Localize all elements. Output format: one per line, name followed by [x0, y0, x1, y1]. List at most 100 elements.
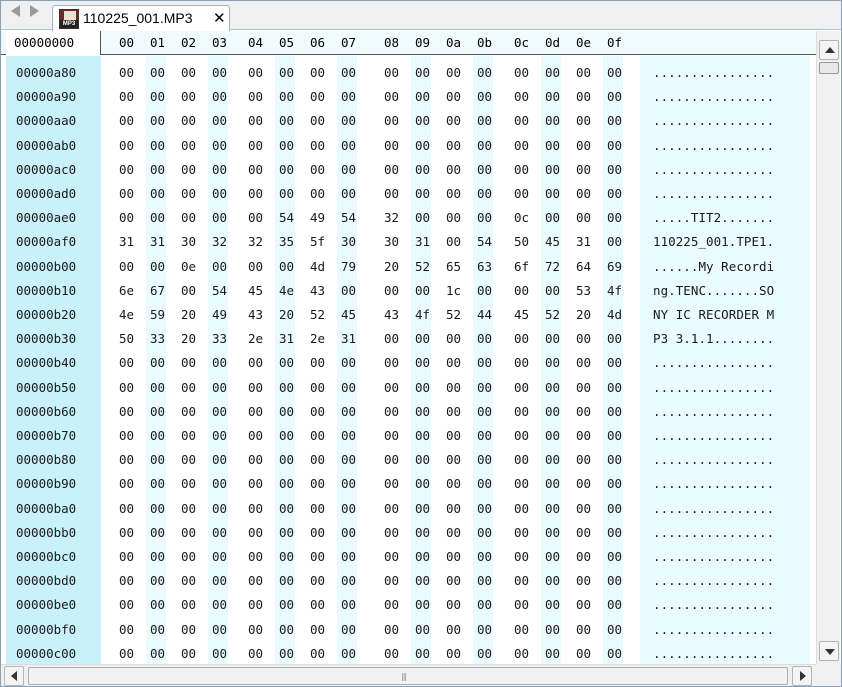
hex-byte[interactable]: 00: [545, 65, 560, 80]
hex-byte[interactable]: 00: [576, 476, 591, 491]
hex-row[interactable]: 00000ae0 00 00 00 00 00 54 49 54 32 00 00 00 0c 00 00 00…: [0, 206, 816, 230]
hex-byte[interactable]: 00: [607, 622, 622, 637]
hex-byte[interactable]: 00: [279, 525, 294, 540]
hex-byte[interactable]: 00: [341, 452, 356, 467]
hex-byte[interactable]: 00: [310, 573, 325, 588]
hex-byte[interactable]: 00: [212, 162, 227, 177]
hex-byte[interactable]: 00: [150, 65, 165, 80]
hex-byte[interactable]: 0e: [181, 259, 196, 274]
hex-byte[interactable]: 00: [181, 476, 196, 491]
hex-byte[interactable]: 00: [310, 476, 325, 491]
hex-byte[interactable]: 00: [248, 186, 263, 201]
hex-byte[interactable]: 00: [514, 501, 529, 516]
hex-byte[interactable]: 00: [181, 186, 196, 201]
hex-row[interactable]: 00000b00 00 00 0e 00 00 00 4d 79 20 52 65 63 6f 72 64 69…: [0, 255, 816, 279]
row-ascii[interactable]: ................: [653, 525, 774, 540]
hex-byte[interactable]: 00: [446, 573, 461, 588]
hex-byte[interactable]: 00: [310, 65, 325, 80]
hex-byte[interactable]: 00: [415, 138, 430, 153]
hex-byte[interactable]: 00: [150, 452, 165, 467]
row-ascii[interactable]: ................: [653, 501, 774, 516]
hex-row[interactable]: 00000bd0 00 00 00 00 00 00 00 00 00 00 00 00 00 00 00 00…: [0, 569, 816, 593]
hex-byte[interactable]: 00: [384, 331, 399, 346]
hex-byte[interactable]: 33: [150, 331, 165, 346]
hex-byte[interactable]: 00: [607, 89, 622, 104]
hex-byte[interactable]: 00: [119, 89, 134, 104]
hex-byte[interactable]: 00: [212, 501, 227, 516]
hex-row[interactable]: 00000b70 00 00 00 00 00 00 00 00 00 00 00 00 00 00 00 00…: [0, 424, 816, 448]
hex-byte[interactable]: 43: [248, 307, 263, 322]
hex-byte[interactable]: 00: [384, 597, 399, 612]
hex-byte[interactable]: 63: [477, 259, 492, 274]
hex-byte[interactable]: 00: [150, 89, 165, 104]
hex-byte[interactable]: 00: [415, 501, 430, 516]
hex-byte[interactable]: 00: [341, 501, 356, 516]
hex-byte[interactable]: 00: [248, 404, 263, 419]
hex-byte[interactable]: 00: [514, 428, 529, 443]
hex-byte[interactable]: 00: [181, 525, 196, 540]
hex-byte[interactable]: 00: [607, 380, 622, 395]
hex-byte[interactable]: 00: [545, 331, 560, 346]
hex-byte[interactable]: 00: [212, 646, 227, 661]
hex-byte[interactable]: 6f: [514, 259, 529, 274]
hex-byte[interactable]: 00: [607, 186, 622, 201]
hex-byte[interactable]: 50: [514, 234, 529, 249]
hex-byte[interactable]: 00: [310, 380, 325, 395]
hex-byte[interactable]: 00: [545, 428, 560, 443]
row-ascii[interactable]: ng.TENC.......SO: [653, 283, 774, 298]
hex-byte[interactable]: 00: [310, 138, 325, 153]
hex-byte[interactable]: 00: [607, 452, 622, 467]
hex-byte[interactable]: 00: [310, 622, 325, 637]
hex-byte[interactable]: 00: [384, 113, 399, 128]
hex-byte[interactable]: 00: [119, 573, 134, 588]
row-ascii[interactable]: NY IC RECORDER M: [653, 307, 774, 322]
hex-byte[interactable]: 00: [212, 380, 227, 395]
hex-byte[interactable]: 00: [181, 573, 196, 588]
hex-byte[interactable]: 00: [576, 380, 591, 395]
horizontal-scroll-thumb[interactable]: |||: [28, 667, 788, 685]
hex-byte[interactable]: 00: [446, 355, 461, 370]
hex-byte[interactable]: 00: [477, 355, 492, 370]
hex-byte[interactable]: 00: [150, 501, 165, 516]
hex-byte[interactable]: 00: [607, 428, 622, 443]
hex-byte[interactable]: 00: [150, 380, 165, 395]
hex-byte[interactable]: 00: [341, 597, 356, 612]
row-ascii[interactable]: .....TIT2.......: [653, 210, 774, 225]
scroll-up-button[interactable]: [819, 40, 839, 60]
hex-byte[interactable]: 00: [477, 476, 492, 491]
hex-byte[interactable]: 65: [446, 259, 461, 274]
hex-byte[interactable]: 00: [181, 501, 196, 516]
hex-byte[interactable]: 00: [279, 162, 294, 177]
hex-byte[interactable]: 00: [384, 138, 399, 153]
hex-byte[interactable]: 4e: [119, 307, 134, 322]
hex-byte[interactable]: 31: [576, 234, 591, 249]
hex-byte[interactable]: 00: [310, 646, 325, 661]
hex-byte[interactable]: 00: [446, 234, 461, 249]
close-icon[interactable]: ✕: [213, 9, 226, 27]
hex-byte[interactable]: 00: [279, 549, 294, 564]
hex-byte[interactable]: 00: [576, 573, 591, 588]
hex-byte[interactable]: 50: [119, 331, 134, 346]
hex-byte[interactable]: 43: [384, 307, 399, 322]
hex-byte[interactable]: 44: [477, 307, 492, 322]
hex-byte[interactable]: 00: [576, 646, 591, 661]
hex-row[interactable]: 00000b20 4e 59 20 49 43 20 52 45 43 4f 52 44 45 52 20 4d…: [0, 303, 816, 327]
hex-byte[interactable]: 00: [248, 162, 263, 177]
hex-byte[interactable]: 00: [119, 646, 134, 661]
hex-row[interactable]: 00000c00 00 00 00 00 00 00 00 00 00 00 00 00 00 00 00 00…: [0, 642, 816, 666]
hex-byte[interactable]: 00: [341, 549, 356, 564]
hex-byte[interactable]: 00: [607, 501, 622, 516]
hex-byte[interactable]: 00: [384, 380, 399, 395]
tab-file[interactable]: MP3 110225_001.MP3 ✕: [52, 5, 230, 31]
hex-byte[interactable]: 00: [212, 573, 227, 588]
hex-byte[interactable]: 00: [181, 452, 196, 467]
hex-byte[interactable]: 0c: [514, 210, 529, 225]
hex-byte[interactable]: 00: [150, 428, 165, 443]
hex-byte[interactable]: 00: [248, 65, 263, 80]
hex-byte[interactable]: 00: [279, 646, 294, 661]
hex-byte[interactable]: 00: [415, 283, 430, 298]
hex-byte[interactable]: 00: [477, 597, 492, 612]
hex-byte[interactable]: 00: [181, 646, 196, 661]
hex-row[interactable]: 00000ba0 00 00 00 00 00 00 00 00 00 00 00 00 00 00 00 00…: [0, 497, 816, 521]
vertical-scrollbar[interactable]: [816, 31, 840, 664]
